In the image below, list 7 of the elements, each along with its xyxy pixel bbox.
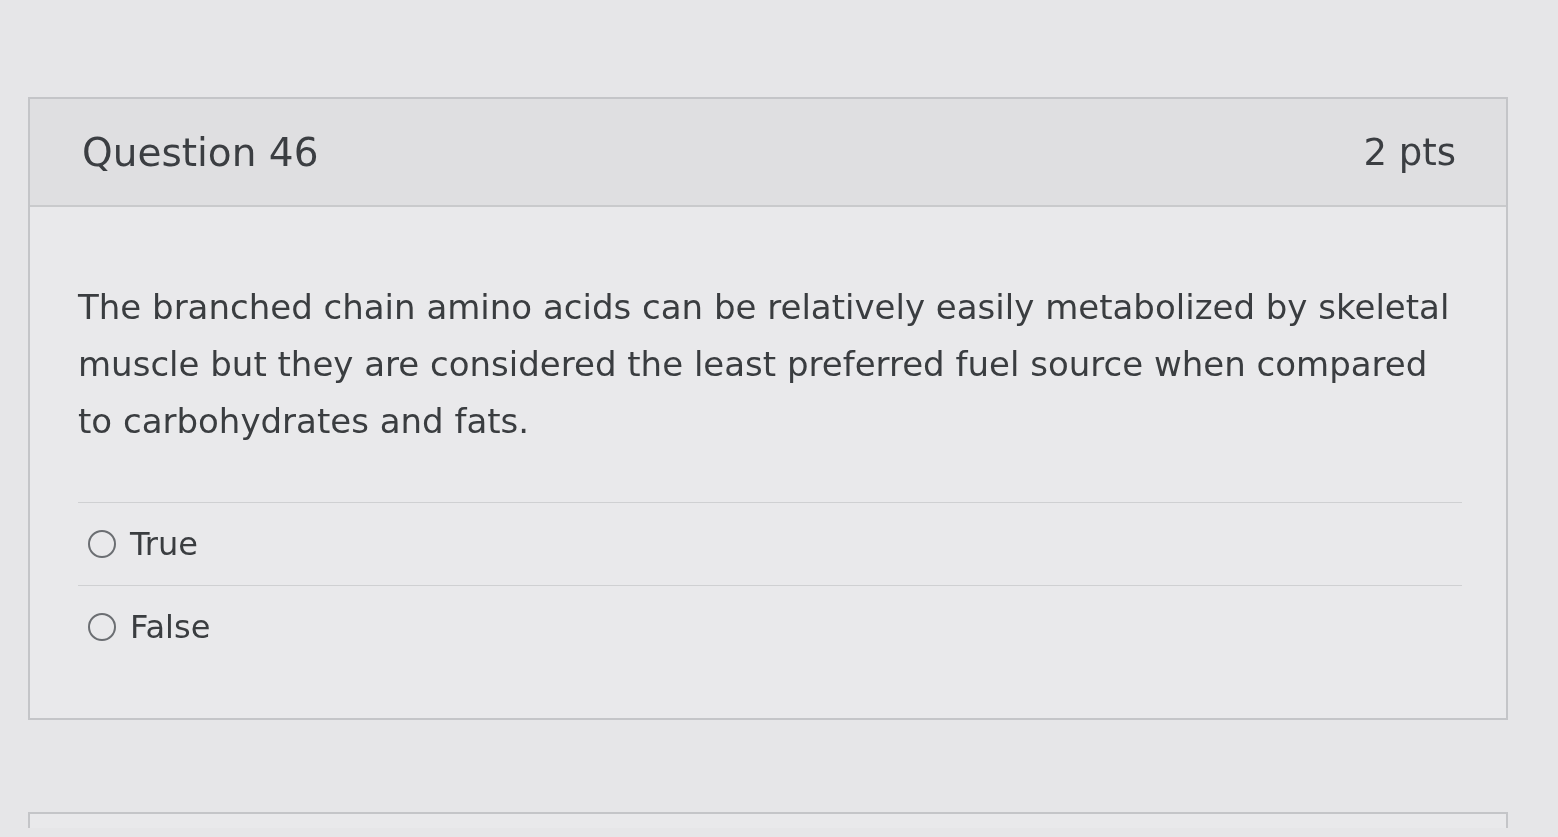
answer-label[interactable]: False <box>130 608 211 646</box>
points-label: 2 pts <box>1363 130 1456 174</box>
question-title: Question 46 <box>82 129 319 175</box>
question-text: The branched chain amino acids can be relatively easily metabolized by skeletal muscle but they are considered the least preferred fuel source when compared to carbohydrates and fats. <box>78 286 1451 443</box>
radio-button[interactable] <box>88 530 116 558</box>
radio-button[interactable] <box>88 613 116 641</box>
answer-label[interactable]: True <box>130 525 198 563</box>
